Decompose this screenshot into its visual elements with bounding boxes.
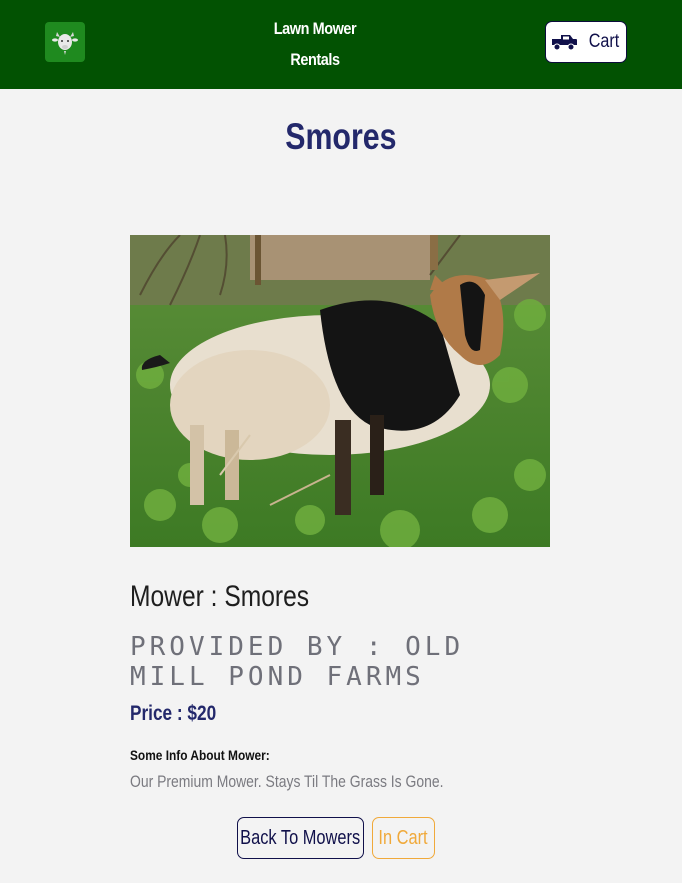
info-label: Some Info About Mower: bbox=[130, 747, 270, 763]
mower-photo bbox=[130, 235, 550, 547]
logo[interactable] bbox=[45, 22, 85, 62]
info-text: Our Premium Mower. Stays Til The Grass I… bbox=[130, 772, 444, 791]
provider-name: Provided By : Old Mill Pond Farms bbox=[130, 632, 465, 692]
goat-head-icon bbox=[52, 32, 78, 55]
page-title: Smores bbox=[285, 116, 397, 157]
cart-button[interactable]: Cart bbox=[545, 21, 627, 63]
navbar: Lawn Mower Rentals Cart bbox=[0, 0, 682, 89]
mower-name: Mower : Smores bbox=[130, 580, 310, 613]
price: Price : $20 bbox=[130, 702, 217, 725]
cart-label: Cart bbox=[588, 31, 619, 52]
brand-line-1: Lawn Mower bbox=[273, 19, 357, 38]
in-cart-button[interactable]: In Cart bbox=[372, 817, 435, 859]
back-to-mowers-button[interactable]: Back To Mowers bbox=[237, 817, 364, 859]
brand-line-2: Rentals bbox=[290, 50, 340, 69]
truck-icon bbox=[551, 35, 577, 51]
brand-title[interactable]: Lawn Mower Rentals bbox=[264, 13, 366, 75]
